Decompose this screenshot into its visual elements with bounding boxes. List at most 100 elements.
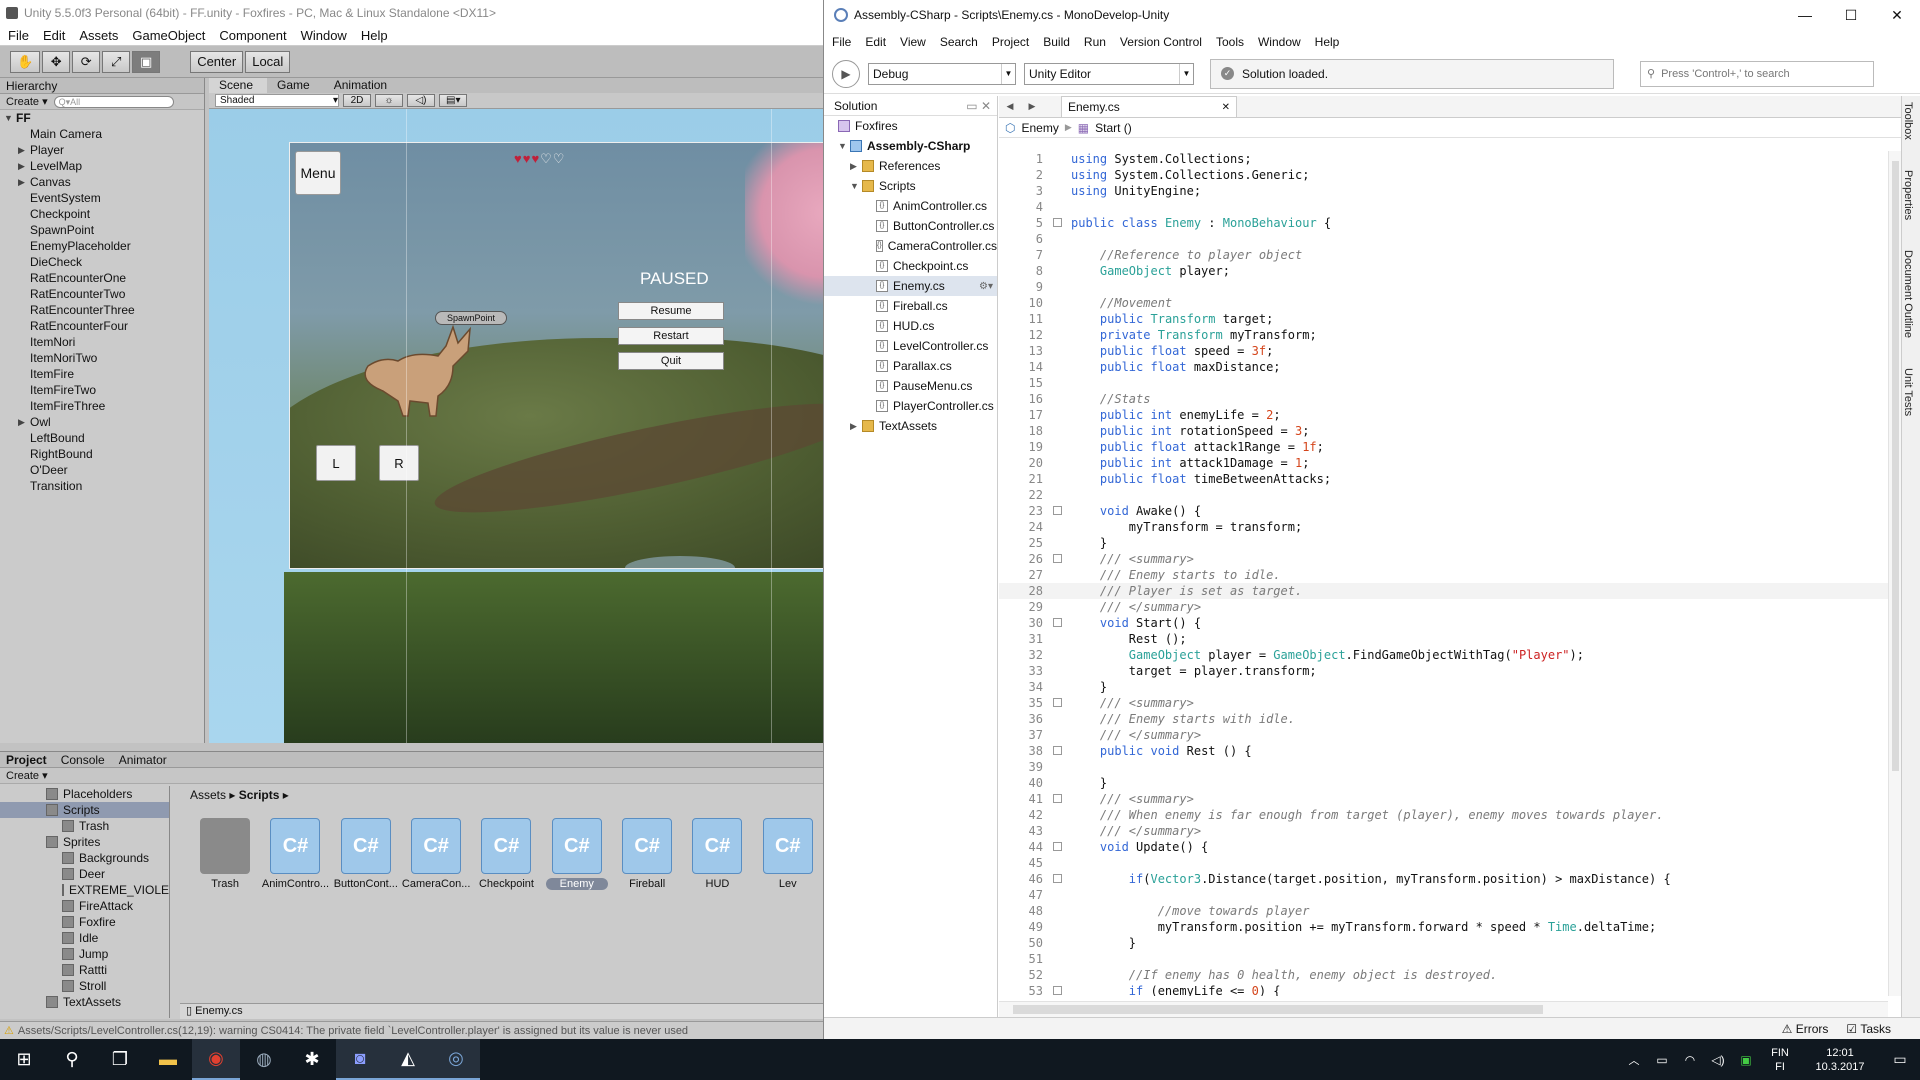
gear-icon[interactable]: ⚙▾ — [979, 281, 993, 292]
unity-menu-help[interactable]: Help — [361, 28, 388, 43]
md-menu-run[interactable]: Run — [1084, 35, 1106, 49]
fold-toggle-icon[interactable] — [1051, 695, 1065, 711]
hierarchy-create-button[interactable]: Create ▾ — [6, 95, 48, 108]
hierarchy-item[interactable]: LeftBound — [0, 430, 204, 446]
hierarchy-item[interactable]: O'Deer — [0, 462, 204, 478]
fold-toggle-icon[interactable] — [1051, 215, 1065, 231]
pivot-local-button[interactable]: Local — [245, 50, 291, 73]
move-tool-icon[interactable]: ✥ — [42, 50, 71, 73]
references-node[interactable]: ▶ References — [824, 156, 997, 176]
effects-toggle-icon[interactable]: ▤▾ — [439, 94, 468, 107]
tab-game[interactable]: Game — [267, 78, 324, 93]
unity-status-bar[interactable]: ⚠ Assets/Scripts/LevelController.cs(12,1… — [0, 1021, 823, 1039]
expand-arrow-icon[interactable]: ▶ — [18, 145, 25, 156]
fold-toggle-icon[interactable] — [1051, 871, 1065, 887]
solution-file[interactable]: {} Enemy.cs ⚙▾ — [824, 276, 997, 296]
rect-tool-icon[interactable]: ▣ — [132, 50, 161, 73]
hierarchy-item[interactable]: EventSystem — [0, 190, 204, 206]
project-folder[interactable]: Scripts — [0, 802, 169, 818]
project-asset[interactable]: C# Enemy — [542, 818, 612, 958]
unity-menu-window[interactable]: Window — [301, 28, 347, 43]
solution-root[interactable]: Foxfires — [824, 116, 997, 136]
project-folder[interactable]: Placeholders — [0, 786, 169, 802]
hierarchy-item[interactable]: ▶ Owl — [0, 414, 204, 430]
unity-taskbar-icon[interactable]: ◭ — [384, 1039, 432, 1080]
hierarchy-item[interactable]: ▶ Player — [0, 142, 204, 158]
project-asset[interactable]: C# CameraCon... — [401, 818, 471, 958]
solution-file[interactable]: {} Parallax.cs — [824, 356, 997, 376]
wifi-icon[interactable]: ◠ — [1676, 1039, 1704, 1080]
project-folder[interactable]: Foxfire — [0, 914, 169, 930]
hierarchy-item[interactable]: SpawnPoint — [0, 222, 204, 238]
hierarchy-item[interactable]: Transition — [0, 478, 204, 494]
project-folder[interactable]: Backgrounds — [0, 850, 169, 866]
unity-menu-assets[interactable]: Assets — [79, 28, 118, 43]
code-area[interactable]: 1 using System.Collections; 2 using System.… — [999, 151, 1888, 996]
project-folder[interactable]: Stroll — [0, 978, 169, 994]
tab-enemy-cs[interactable]: Enemy.cs ✕ — [1061, 96, 1237, 117]
fold-toggle-icon[interactable] — [1051, 743, 1065, 759]
md-menu-build[interactable]: Build — [1043, 35, 1070, 49]
slack-icon[interactable]: ✱ — [288, 1039, 336, 1080]
unity-menu-edit[interactable]: Edit — [43, 28, 65, 43]
run-target-dropdown[interactable]: Unity Editor ▼ — [1024, 62, 1194, 85]
hierarchy-item[interactable]: ▶ LevelMap — [0, 158, 204, 174]
project-folder[interactable]: Sprites — [0, 834, 169, 850]
hierarchy-item[interactable]: Main Camera — [0, 126, 204, 142]
rotate-tool-icon[interactable]: ⟳ — [72, 50, 101, 73]
expand-arrow-icon[interactable]: ▶ — [18, 177, 25, 188]
pad-tab-document-outline[interactable]: Document Outline — [1902, 246, 1914, 342]
pivot-center-button[interactable]: Center — [190, 50, 244, 73]
project-asset[interactable]: C# HUD — [682, 818, 752, 958]
hierarchy-item[interactable]: ItemFire — [0, 366, 204, 382]
discord-icon[interactable]: ◙ — [336, 1039, 384, 1080]
solution-file[interactable]: {} LevelController.cs — [824, 336, 997, 356]
md-menu-view[interactable]: View — [900, 35, 926, 49]
fold-toggle-icon[interactable] — [1051, 503, 1065, 519]
tab-animation[interactable]: Animation — [324, 78, 401, 93]
hierarchy-scene-root[interactable]: ▼ FF — [0, 110, 204, 126]
unity-menu-file[interactable]: File — [8, 28, 29, 43]
hierarchy-item[interactable]: RightBound — [0, 446, 204, 462]
search-icon[interactable]: ⚲ — [48, 1039, 96, 1080]
md-menu-edit[interactable]: Edit — [865, 35, 886, 49]
project-folder[interactable]: EXTREME_VIOLENC — [0, 882, 169, 898]
right-move-button[interactable]: R — [379, 445, 419, 481]
fold-toggle-icon[interactable] — [1051, 615, 1065, 631]
project-folder[interactable]: Jump — [0, 946, 169, 962]
fold-toggle-icon[interactable] — [1051, 551, 1065, 567]
lighting-toggle-icon[interactable]: ☼ — [375, 94, 403, 107]
tab-console[interactable]: Console — [61, 753, 105, 767]
project-folder[interactable]: Rattti — [0, 962, 169, 978]
hierarchy-search-input[interactable]: Q▾All — [53, 95, 174, 108]
fold-toggle-icon[interactable] — [1051, 983, 1065, 996]
hierarchy-item[interactable]: ItemFireTwo — [0, 382, 204, 398]
task-view-icon[interactable]: ❐ — [96, 1039, 144, 1080]
scale-tool-icon[interactable]: ⤢ — [102, 50, 131, 73]
menu-button[interactable]: Menu — [295, 151, 341, 195]
battery-icon[interactable]: ▭ — [1648, 1039, 1676, 1080]
shading-mode-dropdown[interactable]: Shaded ▾ — [215, 94, 339, 107]
maximize-icon[interactable]: ☐ — [1828, 0, 1874, 30]
breadcrumb-assets[interactable]: Assets — [190, 788, 226, 802]
breadcrumb-class[interactable]: Enemy — [1021, 121, 1058, 135]
md-menu-help[interactable]: Help — [1315, 35, 1340, 49]
quit-button[interactable]: Quit — [618, 352, 724, 370]
nav-back-icon[interactable]: ◀ — [999, 95, 1021, 117]
fold-toggle-icon[interactable] — [1051, 839, 1065, 855]
project-folder[interactable]: Idle — [0, 930, 169, 946]
notifications-icon[interactable]: ▭ — [1880, 1039, 1920, 1080]
pad-close-icon[interactable]: ▭ ✕ — [966, 99, 991, 113]
run-button[interactable]: ▶ — [832, 59, 860, 88]
project-asset[interactable]: C# Lev — [753, 818, 823, 958]
project-asset[interactable]: C# Checkpoint — [471, 818, 541, 958]
errors-button[interactable]: ⚠ Errors — [1782, 1022, 1829, 1036]
project-asset[interactable]: C# AnimContro... — [260, 818, 330, 958]
hierarchy-item[interactable]: DieCheck — [0, 254, 204, 270]
fold-toggle-icon[interactable] — [1051, 791, 1065, 807]
tray-chevron-icon[interactable]: ︿ — [1620, 1039, 1648, 1080]
project-folder[interactable]: Trash — [0, 818, 169, 834]
scripts-folder-node[interactable]: ▼ Scripts — [824, 176, 997, 196]
pad-tab-properties[interactable]: Properties — [1902, 166, 1914, 224]
minimize-icon[interactable]: — — [1782, 0, 1828, 30]
